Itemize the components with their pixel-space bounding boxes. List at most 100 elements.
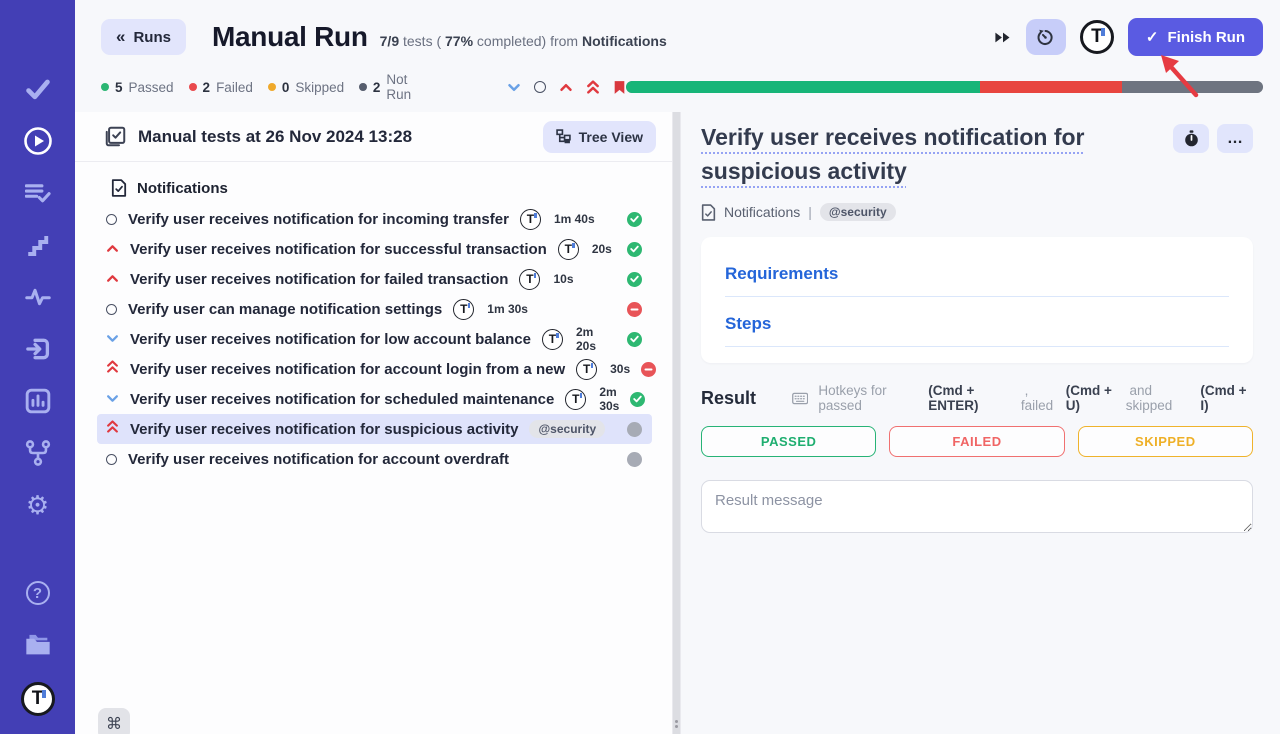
- test-row[interactable]: Verify user can manage notification sett…: [97, 294, 652, 324]
- skipped-dot-icon: [268, 83, 276, 91]
- tree-view-label: Tree View: [579, 129, 643, 145]
- finish-run-button[interactable]: ✓ Finish Run: [1128, 18, 1263, 56]
- detail-actions: …: [1173, 120, 1253, 153]
- app-root: ⚙ ? T « Runs Manual Run 7/9 tests ( 77% …: [0, 0, 1280, 734]
- status-not-run-icon: [627, 452, 642, 467]
- result-head: Result Hotkeys for passed (Cmd + ENTER) …: [701, 383, 1253, 413]
- priority-chevron-up-icon: [106, 240, 119, 258]
- failed-dot-icon: [189, 83, 197, 91]
- section-requirements[interactable]: Requirements: [725, 264, 1229, 297]
- chevron-up-icon[interactable]: [559, 83, 573, 92]
- circle-icon[interactable]: [534, 81, 546, 93]
- folder-icon[interactable]: [23, 630, 53, 660]
- tree-view-button[interactable]: Tree View: [543, 121, 656, 153]
- passed-button[interactable]: PASSED: [701, 426, 876, 457]
- report-chart-icon[interactable]: [23, 386, 53, 416]
- status-passed-icon: [627, 332, 642, 347]
- priority-double-chevron-up-icon: [106, 360, 119, 378]
- suite-folder-label: Notifications: [137, 180, 228, 197]
- import-icon[interactable]: [23, 334, 53, 364]
- list-check-icon[interactable]: [23, 178, 53, 208]
- testomat-badge-icon: T: [542, 329, 563, 350]
- run-progress-summary: 7/9 tests ( 77% completed) from Notifica…: [380, 25, 667, 49]
- hotkeys-hint: Hotkeys for passed (Cmd + ENTER) , faile…: [818, 383, 1253, 413]
- progress-failed-segment: [980, 81, 1121, 93]
- test-row[interactable]: Verify user receives notification for lo…: [97, 324, 652, 354]
- play-circle-icon[interactable]: [23, 126, 53, 156]
- stopwatch-button[interactable]: [1173, 124, 1209, 153]
- stopwatch-icon: [1184, 130, 1199, 147]
- stats-row: 5Passed 2Failed 0Skipped 2Not Run: [75, 78, 1280, 96]
- main-area: « Runs Manual Run 7/9 tests ( 77% comple…: [75, 0, 1280, 734]
- run-checklist-icon: [105, 126, 126, 147]
- bookmark-icon[interactable]: [613, 80, 626, 95]
- suite-file-icon: [111, 179, 127, 197]
- timer-button[interactable]: [1026, 19, 1066, 55]
- command-shortcut-button[interactable]: ⌘: [98, 708, 130, 734]
- check-icon[interactable]: [23, 74, 53, 104]
- fast-forward-icon[interactable]: [994, 31, 1012, 44]
- detail-head: Verify user receives notification for su…: [701, 120, 1253, 188]
- keyboard-icon: [792, 392, 808, 405]
- menu-icon[interactable]: [25, 24, 51, 44]
- stat-passed: 5Passed: [101, 80, 174, 95]
- chevrons-left-icon: «: [116, 27, 125, 47]
- test-row[interactable]: Verify user receives notification for ac…: [97, 444, 652, 474]
- result-heading: Result: [701, 388, 756, 409]
- priority-circle-icon: [106, 214, 117, 225]
- section-steps[interactable]: Steps: [725, 314, 1229, 347]
- failed-button[interactable]: FAILED: [889, 426, 1064, 457]
- user-logo-avatar[interactable]: T: [1080, 20, 1114, 54]
- stat-skipped: 0Skipped: [268, 80, 344, 95]
- breadcrumb-separator: |: [808, 204, 812, 220]
- testomat-badge-icon: T: [558, 239, 579, 260]
- testomat-badge-icon: T: [519, 269, 540, 290]
- skipped-button[interactable]: SKIPPED: [1078, 426, 1253, 457]
- settings-gear-icon[interactable]: ⚙: [23, 490, 53, 520]
- testomat-badge-icon: T: [565, 389, 586, 410]
- run-header: Manual tests at 26 Nov 2024 13:28 Tree V…: [75, 112, 672, 162]
- result-message-input[interactable]: [701, 480, 1253, 533]
- steps-icon[interactable]: [23, 230, 53, 260]
- more-options-button[interactable]: …: [1217, 124, 1253, 153]
- test-title[interactable]: Verify user receives notification for su…: [701, 120, 1173, 188]
- security-tag[interactable]: @security: [820, 203, 896, 221]
- topbar: « Runs Manual Run 7/9 tests ( 77% comple…: [75, 0, 1280, 62]
- test-row[interactable]: Verify user receives notification for su…: [97, 234, 652, 264]
- activity-icon[interactable]: [23, 282, 53, 312]
- panel-splitter[interactable]: [672, 112, 681, 734]
- progress-not-run-segment: [1122, 81, 1263, 93]
- detail-breadcrumb: Notifications | @security: [701, 203, 1253, 221]
- priority-filter-icons: [507, 80, 626, 95]
- priority-chevron-up-icon: [106, 270, 119, 288]
- status-passed-icon: [630, 392, 645, 407]
- back-to-runs-button[interactable]: « Runs: [101, 19, 186, 55]
- breadcrumb-suite[interactable]: Notifications: [724, 204, 800, 220]
- help-icon[interactable]: ?: [23, 578, 53, 608]
- sidebar-bottom-group: ? T: [21, 578, 55, 722]
- test-row-selected[interactable]: Verify user receives notification for su…: [97, 414, 652, 444]
- app-logo-icon[interactable]: T: [21, 682, 55, 716]
- finish-run-label: Finish Run: [1168, 29, 1246, 46]
- test-detail-panel: Verify user receives notification for su…: [681, 112, 1280, 734]
- verdict-buttons: PASSED FAILED SKIPPED: [701, 426, 1253, 457]
- topbar-actions: T ✓ Finish Run: [994, 18, 1263, 56]
- stat-failed: 2Failed: [189, 80, 253, 95]
- test-list-panel: Manual tests at 26 Nov 2024 13:28 Tree V…: [75, 112, 672, 734]
- test-list: Notifications Verify user receives notif…: [75, 162, 672, 734]
- security-tag[interactable]: @security: [529, 420, 605, 438]
- status-failed-icon: [641, 362, 656, 377]
- priority-circle-icon: [106, 454, 117, 465]
- test-row[interactable]: Verify user receives notification for ac…: [97, 354, 652, 384]
- branch-icon[interactable]: [23, 438, 53, 468]
- test-row[interactable]: Verify user receives notification for sc…: [97, 384, 652, 414]
- double-chevron-up-icon[interactable]: [586, 80, 600, 94]
- chevron-down-icon[interactable]: [507, 83, 521, 92]
- status-passed-icon: [627, 272, 642, 287]
- run-title: Manual tests at 26 Nov 2024 13:28: [138, 127, 412, 147]
- tree-view-icon: [556, 129, 571, 144]
- suite-folder-row[interactable]: Notifications: [97, 172, 652, 204]
- test-row[interactable]: Verify user receives notification for fa…: [97, 264, 652, 294]
- check-icon: ✓: [1146, 28, 1159, 46]
- test-row[interactable]: Verify user receives notification for in…: [97, 204, 652, 234]
